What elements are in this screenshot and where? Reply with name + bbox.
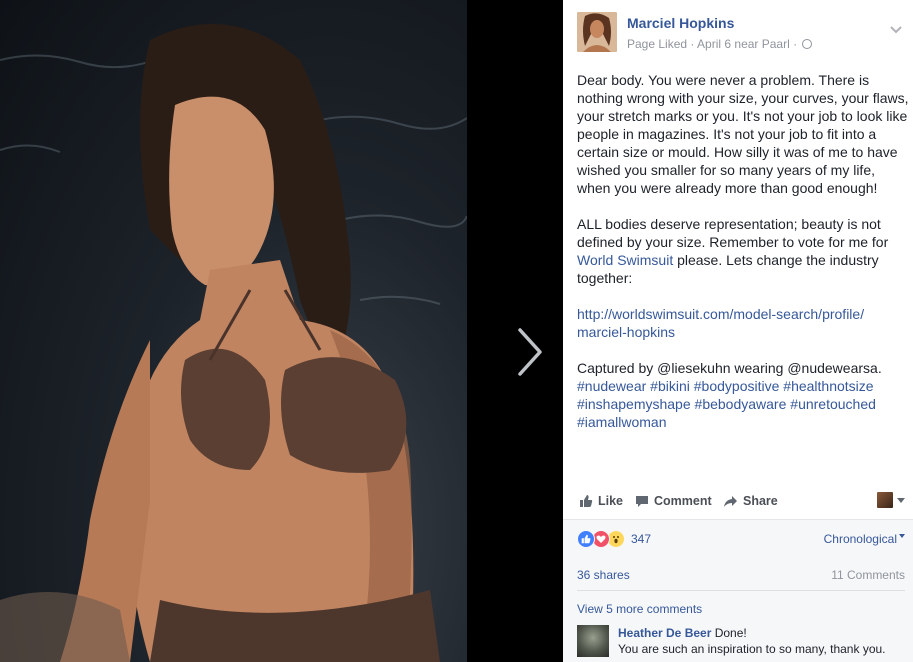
hashtag-link[interactable]: #healthnotsize [783,378,873,394]
caret-down-icon [897,497,905,503]
post-paragraph-4: Captured by @liesekuhn wearing @nudewear… [577,359,909,431]
profile-url-line-2: marciel-hopkins [577,324,676,340]
thumbs-up-icon [580,495,593,507]
profile-url-line-1: http://worldswimsuit.com/model-search/pr… [577,306,865,322]
commenter-avatar[interactable] [577,625,609,657]
commenter-name[interactable]: Heather De Beer [618,626,711,640]
shares-count[interactable]: 36 shares [577,568,630,582]
hashtag-link[interactable]: #inshapemyshape [577,396,691,412]
like-reaction-icon [577,530,595,548]
comments-count[interactable]: 11 Comments [831,568,905,582]
globe-icon[interactable] [802,39,813,49]
like-label: Like [598,494,624,508]
captured-text: Captured by @liesekuhn wearing @nudewear… [577,360,882,376]
divider [577,590,905,591]
p2-before: ALL bodies deserve representation; beaut… [577,216,889,250]
sort-label: Chronological [823,532,897,546]
author-avatar[interactable] [577,12,617,52]
viewer-avatar [877,492,893,508]
reaction-count: 347 [631,532,652,546]
hashtag-link[interactable]: #unretouched [790,396,876,412]
hashtag-link[interactable]: #bebodyaware [695,396,787,412]
post-text: Dear body. You were never a problem. The… [577,71,909,449]
hashtag-link[interactable]: #bodypositive [694,378,780,394]
reactions-summary[interactable]: 347 [577,530,651,548]
comment-sort-dropdown[interactable]: Chronological [824,532,905,546]
comment-label: Comment [654,494,712,508]
viewer-selector[interactable] [877,492,905,508]
hashtag-link[interactable]: #bikini [650,378,690,394]
post-meta: Page Liked · April 6 near Paarl · [627,37,813,51]
view-more-comments-link[interactable]: View 5 more comments [577,602,702,616]
post-panel: Marciel Hopkins Page Liked · April 6 nea… [563,0,913,662]
feedback-section: 347 Chronological 36 shares 11 Comments … [563,519,913,662]
share-button[interactable]: Share [723,494,778,508]
comment-button[interactable]: Comment [635,494,712,508]
caret-down-icon [899,534,905,538]
post-actions: Like Comment Share [577,490,907,516]
hashtag-link[interactable]: #iamallwoman [577,414,666,430]
hashtag-link[interactable]: #nudewear [577,378,646,394]
comment-text-2: You are such an inspiration to so many, … [618,642,886,656]
profile-url-link[interactable]: http://worldswimsuit.com/model-search/pr… [577,306,864,340]
share-label: Share [743,494,778,508]
world-swimsuit-link[interactable]: World Swimsuit [577,252,673,268]
post-photo[interactable] [0,0,467,662]
post-meta-text: Page Liked · April 6 near Paarl · [627,37,798,51]
post-header: Marciel Hopkins Page Liked · April 6 nea… [577,12,913,54]
author-name[interactable]: Marciel Hopkins [627,15,734,31]
post-paragraph-url: http://worldswimsuit.com/model-search/pr… [577,305,909,341]
like-button[interactable]: Like [579,494,623,508]
next-photo-icon[interactable] [512,326,546,378]
post-paragraph-2: ALL bodies deserve representation; beaut… [577,215,909,287]
comment-icon [636,495,648,507]
chevron-down-icon[interactable] [889,25,903,35]
photo-viewer [0,0,563,662]
comment-body: Heather De Beer Done! You are such an in… [618,625,886,657]
comment-text-1: Done! [714,626,747,640]
share-icon [724,495,737,507]
post-paragraph-1: Dear body. You were never a problem. The… [577,72,909,196]
